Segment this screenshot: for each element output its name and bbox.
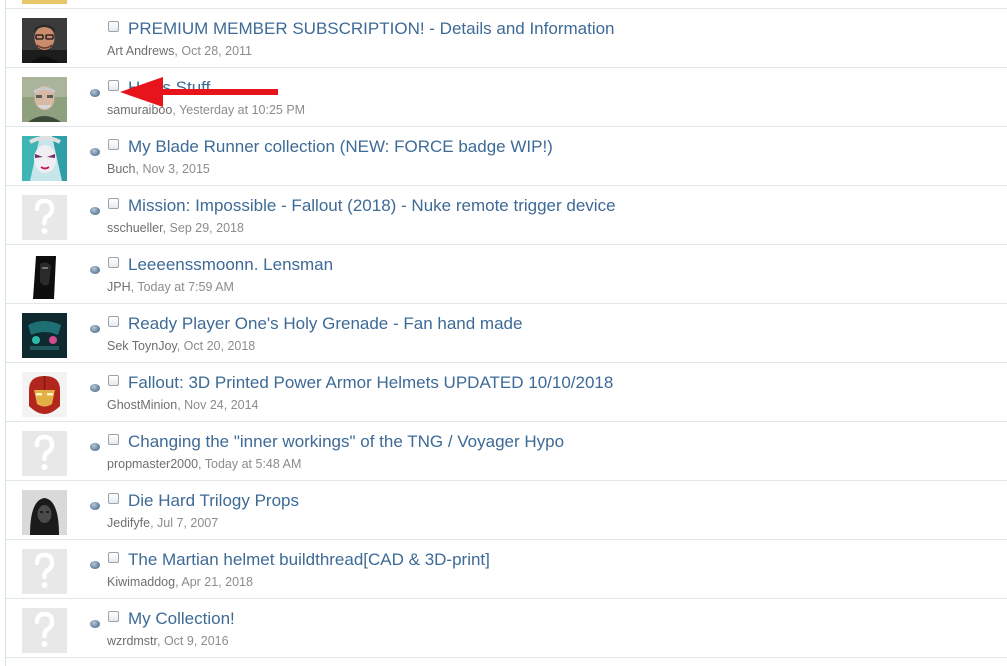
read-status-icon [90,207,100,215]
thread-checkbox[interactable] [108,493,119,504]
read-status-icon [90,561,100,569]
default-avatar-icon[interactable] [22,549,67,594]
read-status-icon [90,148,100,156]
thread-meta: Sek ToynJoy, Oct 20, 2018 [107,339,256,353]
thread-checkbox[interactable] [108,139,119,150]
thread-row: The Martian helmet buildthread[CAD & 3D-… [6,540,1007,599]
thread-author[interactable]: Sek ToynJoy [107,339,177,353]
thread-meta: Jedifyfe, Jul 7, 2007 [107,516,219,530]
thread-author[interactable]: Art Andrews [107,44,174,58]
thread-meta: Art Andrews, Oct 28, 2011 [107,44,252,58]
thread-row: Han's Stuff samuraiboo, Yesterday at 10:… [6,68,1007,127]
thread-date[interactable]: Apr 21, 2018 [181,575,253,589]
thread-author[interactable]: JPH [107,280,131,294]
thread-date[interactable]: Jul 7, 2007 [157,516,218,530]
thread-title[interactable]: My Collection! [128,609,235,629]
default-avatar-icon[interactable] [22,195,67,240]
thread-author[interactable]: sschueller [107,221,163,235]
thread-date[interactable]: Yesterday at 10:25 PM [179,103,305,117]
thread-date[interactable]: Sep 29, 2018 [170,221,244,235]
avatar[interactable] [22,313,67,358]
thread-row: PREMIUM MEMBER SUBSCRIPTION! - Details a… [6,9,1007,68]
thread-meta: GhostMinion, Nov 24, 2014 [107,398,259,412]
avatar[interactable] [22,0,67,4]
thread-row: Ready Player One's Holy Grenade - Fan ha… [6,304,1007,363]
thread-author[interactable]: Buch [107,162,136,176]
thread-title[interactable]: Changing the "inner workings" of the TNG… [128,432,564,452]
avatar[interactable] [22,254,67,299]
thread-date[interactable]: Oct 28, 2011 [181,44,252,58]
thread-title[interactable]: My Blade Runner collection (NEW: FORCE b… [128,137,553,157]
thread-row: Mission: Impossible - Fallout (2018) - N… [6,186,1007,245]
thread-list: PREMIUM MEMBER SUBSCRIPTION! - Details a… [5,0,1007,666]
avatar[interactable] [22,490,67,535]
thread-meta: JPH, Today at 7:59 AM [107,280,234,294]
thread-checkbox[interactable] [108,257,119,268]
thread-meta: Buch, Nov 3, 2015 [107,162,210,176]
default-avatar-icon[interactable] [22,431,67,476]
thread-row: My Blade Runner collection (NEW: FORCE b… [6,127,1007,186]
read-status-icon [90,266,100,274]
thread-title[interactable]: Ready Player One's Holy Grenade - Fan ha… [128,314,522,334]
thread-author[interactable]: samuraiboo [107,103,172,117]
thread-meta: sschueller, Sep 29, 2018 [107,221,244,235]
avatar[interactable] [22,372,67,417]
thread-checkbox[interactable] [108,21,119,32]
thread-row: Changing the "inner workings" of the TNG… [6,422,1007,481]
read-status-icon [90,325,100,333]
read-status-icon [90,443,100,451]
thread-title[interactable]: Han's Stuff [128,78,210,98]
read-status-icon [90,620,100,628]
thread-date[interactable]: Oct 20, 2018 [184,339,256,353]
thread-author[interactable]: Jedifyfe [107,516,150,530]
thread-meta: samuraiboo, Yesterday at 10:25 PM [107,103,306,117]
thread-author[interactable]: Kiwimaddog [107,575,175,589]
thread-title[interactable]: Fallout: 3D Printed Power Armor Helmets … [128,373,613,393]
thread-meta: Kiwimaddog, Apr 21, 2018 [107,575,253,589]
thread-date[interactable]: Today at 5:48 AM [205,457,302,471]
thread-title[interactable]: Mission: Impossible - Fallout (2018) - N… [128,196,616,216]
thread-checkbox[interactable] [108,434,119,445]
thread-checkbox[interactable] [108,611,119,622]
thread-title[interactable]: PREMIUM MEMBER SUBSCRIPTION! - Details a… [128,19,615,39]
thread-meta: wzrdmstr, Oct 9, 2016 [107,634,229,648]
avatar[interactable] [22,18,67,63]
thread-checkbox[interactable] [108,552,119,563]
thread-checkbox[interactable] [108,198,119,209]
default-avatar-icon[interactable] [22,608,67,653]
thread-date[interactable]: Oct 9, 2016 [164,634,229,648]
thread-author[interactable]: propmaster2000 [107,457,198,471]
thread-row: Die Hard Trilogy Props Jedifyfe, Jul 7, … [6,481,1007,540]
thread-title[interactable]: Leeeenssmoonn. Lensman [128,255,333,275]
avatar[interactable] [22,136,67,181]
thread-title[interactable]: Die Hard Trilogy Props [128,491,299,511]
thread-row: My Collection! wzrdmstr, Oct 9, 2016 [6,599,1007,658]
thread-date[interactable]: Nov 3, 2015 [142,162,209,176]
thread-author[interactable]: GhostMinion [107,398,177,412]
thread-checkbox[interactable] [108,80,119,91]
read-status-icon [90,89,100,97]
thread-row [6,0,1007,9]
thread-checkbox[interactable] [108,316,119,327]
thread-date[interactable]: Today at 7:59 AM [137,280,234,294]
thread-row: Fallout: 3D Printed Power Armor Helmets … [6,363,1007,422]
avatar[interactable] [22,77,67,122]
read-status-icon [90,384,100,392]
thread-author[interactable]: wzrdmstr [107,634,157,648]
thread-checkbox[interactable] [108,375,119,386]
thread-meta: propmaster2000, Today at 5:48 AM [107,457,302,471]
thread-title[interactable]: The Martian helmet buildthread[CAD & 3D-… [128,550,490,570]
thread-date[interactable]: Nov 24, 2014 [184,398,258,412]
read-status-icon [90,502,100,510]
thread-row: Leeeenssmoonn. Lensman JPH, Today at 7:5… [6,245,1007,304]
